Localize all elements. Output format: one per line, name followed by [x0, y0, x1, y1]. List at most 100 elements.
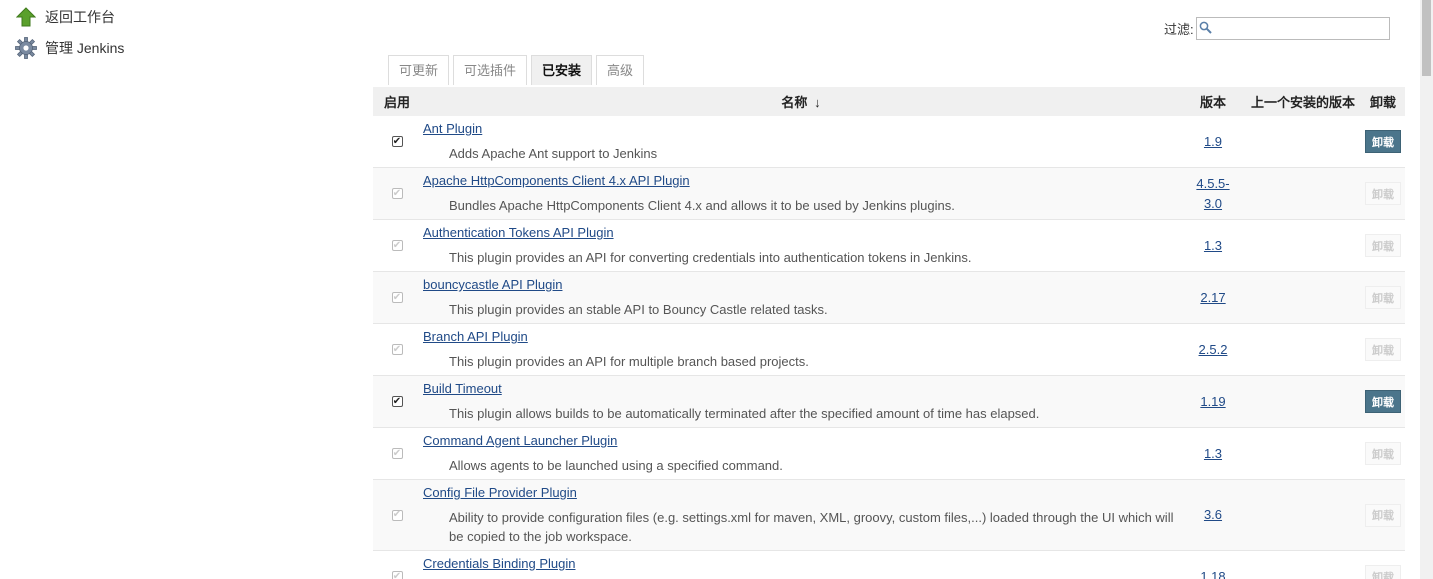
- back-to-dashboard-label: 返回工作台: [45, 9, 115, 25]
- name-cell: bouncycastle API Plugin This plugin provi…: [421, 272, 1181, 323]
- uninstall-button: 卸载: [1365, 565, 1401, 579]
- name-cell: Apache HttpComponents Client 4.x API Plu…: [421, 168, 1181, 219]
- enable-checkbox[interactable]: ✔: [391, 136, 403, 147]
- uninstall-button[interactable]: 卸载: [1365, 130, 1401, 153]
- enable-cell: ✔: [373, 376, 421, 427]
- enable-cell: ✔: [373, 428, 421, 479]
- plugin-description: Bundles Apache HttpComponents Client 4.x…: [449, 198, 955, 213]
- enable-checkbox: ✔: [391, 509, 403, 521]
- uninstall-button[interactable]: 卸载: [1365, 390, 1401, 413]
- plugin-name-link[interactable]: Command Agent Launcher Plugin: [423, 433, 617, 448]
- plugin-description: Adds Apache Ant support to Jenkins: [449, 146, 658, 161]
- plugin-name-link[interactable]: Config File Provider Plugin: [423, 485, 577, 500]
- plugin-name-link[interactable]: Branch API Plugin: [423, 329, 528, 344]
- enable-cell: ✔: [373, 324, 421, 375]
- installed-plugins-table: 启用 名称 ↓ 版本 上一个安装的版本 卸载 ✔ Ant Plugin Adds A…: [373, 87, 1405, 579]
- table-row: ✔ Credentials Binding PluginAllows creden…: [373, 551, 1405, 579]
- plugin-name-link[interactable]: Authentication Tokens API Plugin: [423, 225, 614, 240]
- version-link[interactable]: 3.6: [1204, 505, 1222, 525]
- version-link[interactable]: 2.5.2: [1199, 340, 1228, 360]
- enable-cell: ✔: [373, 480, 421, 550]
- enable-checkbox: ✔: [391, 187, 403, 199]
- table-row: ✔ Command Agent Launcher Plugin Allows age…: [373, 428, 1405, 480]
- enable-checkbox: ✔: [391, 343, 403, 355]
- version-cell: 1.9: [1181, 116, 1245, 167]
- enable-checkbox[interactable]: ✔: [391, 396, 403, 407]
- tab-3[interactable]: 高级: [596, 55, 645, 85]
- filter-input[interactable]: [1211, 19, 1383, 38]
- version-link[interactable]: 1.18: [1200, 567, 1225, 579]
- version-cell: 4.5.5-3.0: [1181, 168, 1245, 219]
- name-cell: Config File Provider Plugin Ability to pr…: [421, 480, 1181, 550]
- enable-cell: ✔: [373, 551, 421, 579]
- name-cell: Ant Plugin Adds Apache Ant support to Jen…: [421, 116, 1181, 167]
- header-enable[interactable]: 启用: [373, 92, 421, 111]
- scrollbar-thumb[interactable]: [1422, 0, 1431, 76]
- uninstall-cell: 卸载: [1361, 551, 1405, 579]
- name-cell: Credentials Binding PluginAllows credent…: [421, 551, 1181, 579]
- enable-checkbox: ✔: [391, 447, 403, 459]
- uninstall-button: 卸载: [1365, 503, 1401, 527]
- tab-2[interactable]: 已安装: [531, 55, 593, 85]
- uninstall-cell: 卸载: [1361, 428, 1405, 479]
- plugin-name-link[interactable]: Credentials Binding Plugin: [423, 556, 575, 571]
- tab-1[interactable]: 可选插件: [453, 55, 528, 85]
- version-link[interactable]: 2.17: [1200, 288, 1225, 308]
- filter-bar: 过滤:: [1164, 17, 1390, 40]
- enable-checkbox: ✔: [391, 239, 403, 251]
- enable-cell: ✔: [373, 220, 421, 271]
- page-scrollbar[interactable]: [1420, 0, 1433, 579]
- enable-checkbox: ✔: [391, 571, 403, 579]
- gear-icon: [15, 37, 37, 59]
- uninstall-button: 卸载: [1365, 234, 1401, 257]
- version-cell: 1.19: [1181, 376, 1245, 427]
- version-cell: 2.5.2: [1181, 324, 1245, 375]
- filter-box[interactable]: [1195, 17, 1390, 40]
- name-cell: Authentication Tokens API Plugin This plu…: [421, 220, 1181, 271]
- uninstall-button: 卸载: [1365, 182, 1401, 205]
- version-link[interactable]: 1.3: [1204, 444, 1222, 464]
- version-link[interactable]: 1.3: [1204, 236, 1222, 256]
- prev-version-cell: [1245, 428, 1361, 479]
- plugin-name-link[interactable]: Ant Plugin: [423, 121, 482, 136]
- header-prev-version[interactable]: 上一个安装的版本: [1245, 92, 1361, 111]
- version-link[interactable]: 1.9: [1204, 132, 1222, 152]
- header-name-label: 名称: [781, 95, 808, 110]
- header-uninstall[interactable]: 卸载: [1361, 92, 1405, 111]
- prev-version-cell: [1245, 376, 1361, 427]
- header-version[interactable]: 版本: [1181, 92, 1245, 111]
- version-cell: 1.18: [1181, 551, 1245, 579]
- plugin-name-link[interactable]: Apache HttpComponents Client 4.x API Plu…: [423, 173, 690, 188]
- uninstall-cell: 卸载: [1361, 168, 1405, 219]
- table-row: ✔ bouncycastle API Plugin This plugin prov…: [373, 272, 1405, 324]
- uninstall-button: 卸载: [1365, 338, 1401, 361]
- back-to-dashboard-link[interactable]: 返回工作台: [15, 6, 115, 28]
- search-icon: [1199, 21, 1212, 37]
- version-link[interactable]: 4.5.5-3.0: [1193, 174, 1233, 214]
- uninstall-cell: 卸载: [1361, 480, 1405, 550]
- prev-version-cell: [1245, 324, 1361, 375]
- plugin-description: This plugin provides an stable API to Bo…: [449, 302, 828, 317]
- plugin-tabs: 可更新 可选插件 已安装 高级: [388, 55, 648, 85]
- prev-version-cell: [1245, 168, 1361, 219]
- table-header: 启用 名称 ↓ 版本 上一个安装的版本 卸载: [373, 87, 1405, 116]
- enable-cell: ✔: [373, 116, 421, 167]
- enable-cell: ✔: [373, 168, 421, 219]
- enable-checkbox: ✔: [391, 291, 403, 303]
- uninstall-button: 卸载: [1365, 286, 1401, 309]
- table-row: ✔ Config File Provider Plugin Ability to p…: [373, 480, 1405, 551]
- version-cell: 2.17: [1181, 272, 1245, 323]
- up-arrow-icon: [15, 6, 37, 28]
- header-name[interactable]: 名称 ↓: [421, 92, 1181, 111]
- version-link[interactable]: 1.19: [1200, 392, 1225, 412]
- tab-0[interactable]: 可更新: [388, 55, 450, 85]
- uninstall-button: 卸载: [1365, 442, 1401, 465]
- manage-jenkins-link[interactable]: 管理 Jenkins: [15, 37, 124, 59]
- sort-arrow-icon: ↓: [814, 95, 821, 110]
- plugin-description: Ability to provide configuration files (…: [449, 510, 1174, 544]
- version-cell: 3.6: [1181, 480, 1245, 550]
- table-row: ✔ Build Timeout This plugin allows builds …: [373, 376, 1405, 428]
- plugin-description: Allows agents to be launched using a spe…: [449, 458, 783, 473]
- plugin-name-link[interactable]: bouncycastle API Plugin: [423, 277, 562, 292]
- plugin-name-link[interactable]: Build Timeout: [423, 381, 502, 396]
